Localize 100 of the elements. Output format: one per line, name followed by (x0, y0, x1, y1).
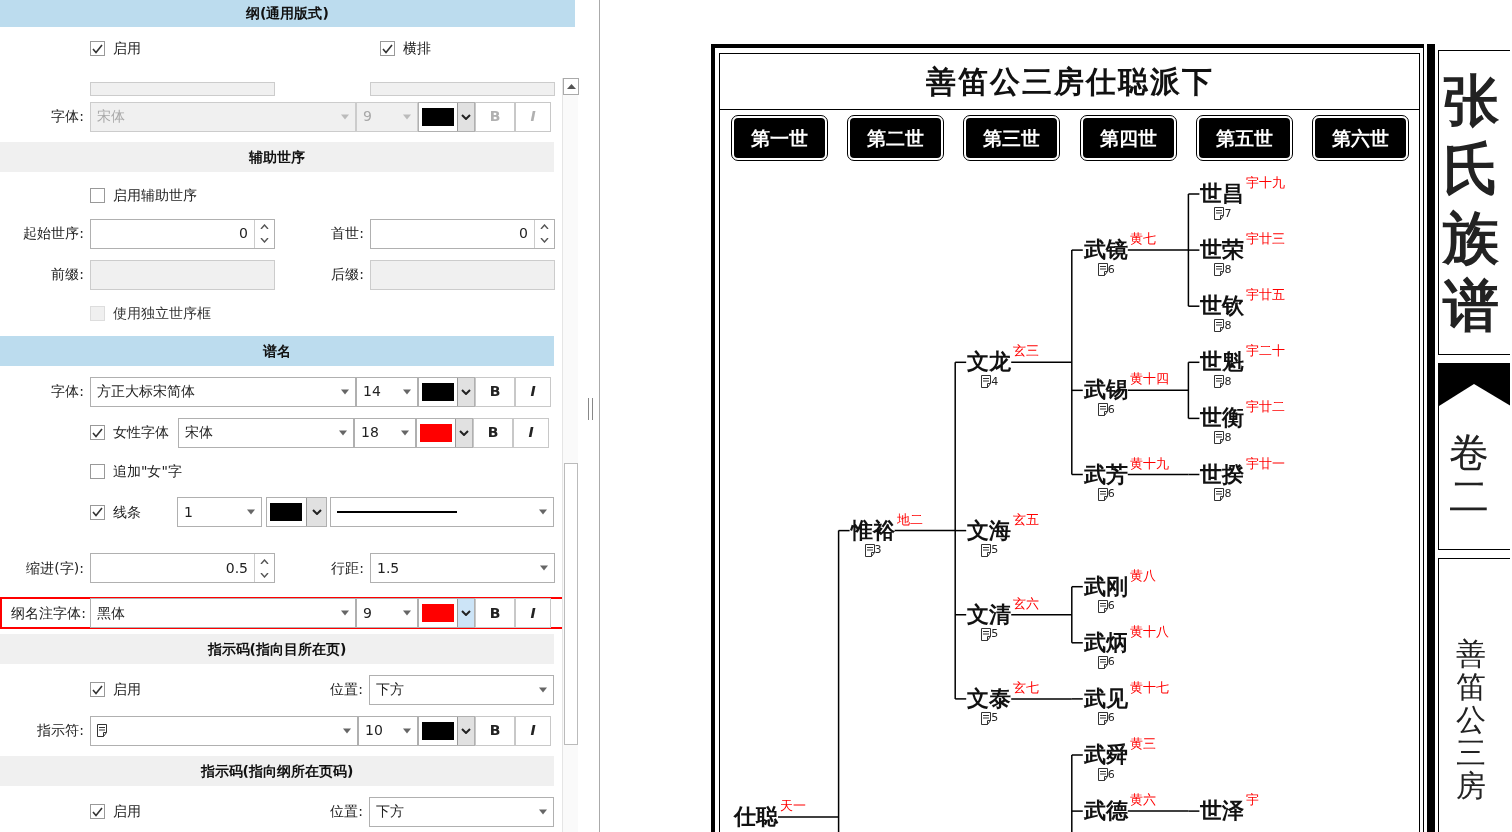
field-label: 位置: (329, 802, 364, 821)
person-name: 武镜 (1083, 236, 1128, 263)
dropdown-arrow-icon (401, 429, 409, 436)
scroll-up-button[interactable] (563, 78, 579, 95)
bold-button[interactable]: B (473, 417, 513, 448)
checkbox[interactable] (90, 463, 105, 479)
italic-button[interactable]: I (513, 417, 549, 448)
checkbox-label: 启用 (113, 680, 141, 699)
bold-button[interactable]: B (475, 376, 515, 407)
page-number: 8 (1224, 375, 1232, 388)
color-picker[interactable] (266, 497, 327, 527)
dropdown-field[interactable]: 下方 (369, 796, 554, 827)
page-icon (981, 711, 992, 725)
page-icon (981, 627, 992, 641)
italic-button[interactable]: I (515, 598, 551, 628)
dropdown-field[interactable]: 下方 (369, 674, 554, 705)
color-dropdown-button[interactable] (457, 716, 474, 745)
generation-label: 第五世 (1195, 115, 1293, 161)
color-dropdown-button[interactable] (457, 599, 474, 627)
page-icon (1097, 599, 1108, 613)
scrollbar[interactable] (562, 78, 578, 832)
rank-label: 宇廿三 (1246, 232, 1286, 247)
rank-label: 黄十八 (1129, 624, 1169, 639)
size-select[interactable]: 14 (356, 376, 418, 407)
color-picker[interactable] (416, 417, 473, 448)
rank-label: 玄三 (1013, 344, 1040, 359)
page-icon (97, 724, 107, 737)
color-dropdown-button[interactable] (455, 418, 472, 447)
field-label: 缩进(字): (25, 558, 85, 578)
italic-button[interactable]: I (515, 715, 551, 746)
branch-label: 善笛公三房 (1455, 637, 1486, 802)
spin-field[interactable]: 0.5 (90, 553, 275, 583)
rank-label: 天一 (780, 799, 806, 814)
generation-label: 第一世 (731, 115, 828, 161)
person-name: 武德 (1083, 797, 1128, 824)
checkbox[interactable] (90, 425, 105, 440)
font-select[interactable]: 方正大标宋简体 (90, 376, 356, 407)
chevron-down-icon (461, 113, 471, 120)
book-title: 张氏族谱 (1442, 65, 1499, 340)
spin-field[interactable]: 0 (90, 218, 275, 249)
dropdown-arrow-icon (341, 113, 349, 120)
checkbox[interactable] (380, 41, 395, 56)
italic-button[interactable]: I (515, 376, 551, 407)
checkbox[interactable] (90, 804, 105, 819)
chevron-down-icon (461, 388, 471, 395)
page-icon (864, 543, 875, 557)
size-select[interactable]: 10 (358, 715, 418, 746)
bold-button[interactable]: B (475, 598, 515, 628)
checkbox-label: 启用 (113, 802, 141, 821)
rank-label: 黄八 (1129, 568, 1156, 583)
section-header: 指示码(指向纲所在页码) (0, 756, 554, 786)
field-label: 字体: (50, 107, 85, 126)
size-select[interactable]: 9 (356, 598, 418, 628)
rank-label: 宇廿一 (1246, 456, 1286, 471)
dropdown-arrow-icon (540, 565, 548, 571)
person-name: 惟裕 (850, 516, 895, 543)
color-picker[interactable] (418, 598, 475, 628)
page-number: 6 (1107, 263, 1115, 276)
bold-button[interactable]: B (475, 715, 515, 746)
person-name: 文清 (967, 600, 1012, 627)
page-icon (1097, 487, 1108, 501)
rank-label: 宇十九 (1246, 176, 1286, 190)
person-name: 武锡 (1083, 376, 1128, 403)
line-width-select[interactable]: 1 (177, 497, 262, 527)
checkbox[interactable] (90, 41, 105, 56)
checkbox[interactable] (90, 682, 105, 697)
section-header: 纲(通用版式) (0, 0, 575, 27)
checkbox[interactable] (90, 187, 105, 203)
page-number: 6 (1107, 600, 1115, 613)
page-number: 6 (1107, 488, 1115, 500)
dropdown-arrow-icon (339, 429, 347, 436)
checkbox[interactable] (90, 504, 105, 520)
page-number: 6 (1107, 768, 1115, 781)
size-select[interactable]: 18 (354, 417, 416, 448)
person-name: 武舜 (1083, 741, 1128, 767)
dropdown-field[interactable]: 1.5 (370, 553, 555, 583)
person-name: 世荣 (1200, 236, 1245, 263)
color-picker[interactable] (418, 376, 475, 407)
color-dropdown-button[interactable] (457, 377, 474, 406)
page-icon (1097, 263, 1108, 277)
font-select[interactable]: 宋体 (178, 417, 354, 448)
generation-label: 第六世 (1311, 115, 1409, 161)
dropdown-arrow-icon (539, 808, 547, 815)
color-picker[interactable] (418, 715, 475, 746)
scrollbar-thumb[interactable] (564, 463, 578, 745)
person-name: 文龙 (967, 348, 1012, 375)
splitter-grip[interactable] (588, 398, 593, 420)
field-label: 起始世序: (22, 224, 85, 243)
field-label: 字体: (50, 382, 85, 401)
page-number: 8 (1224, 263, 1232, 276)
line-style-select[interactable] (330, 497, 554, 527)
rank-label: 地二 (896, 512, 923, 527)
dropdown-arrow-icon (403, 727, 411, 734)
spin-field[interactable]: 0 (370, 218, 555, 249)
page-icon (1214, 487, 1225, 501)
color-dropdown-button[interactable] (306, 498, 326, 526)
checkbox-label: 女性字体 (113, 423, 169, 442)
section-header: 辅助世序 (0, 142, 554, 172)
font-select[interactable]: 黑体 (90, 598, 356, 628)
page-icon (1214, 263, 1225, 277)
